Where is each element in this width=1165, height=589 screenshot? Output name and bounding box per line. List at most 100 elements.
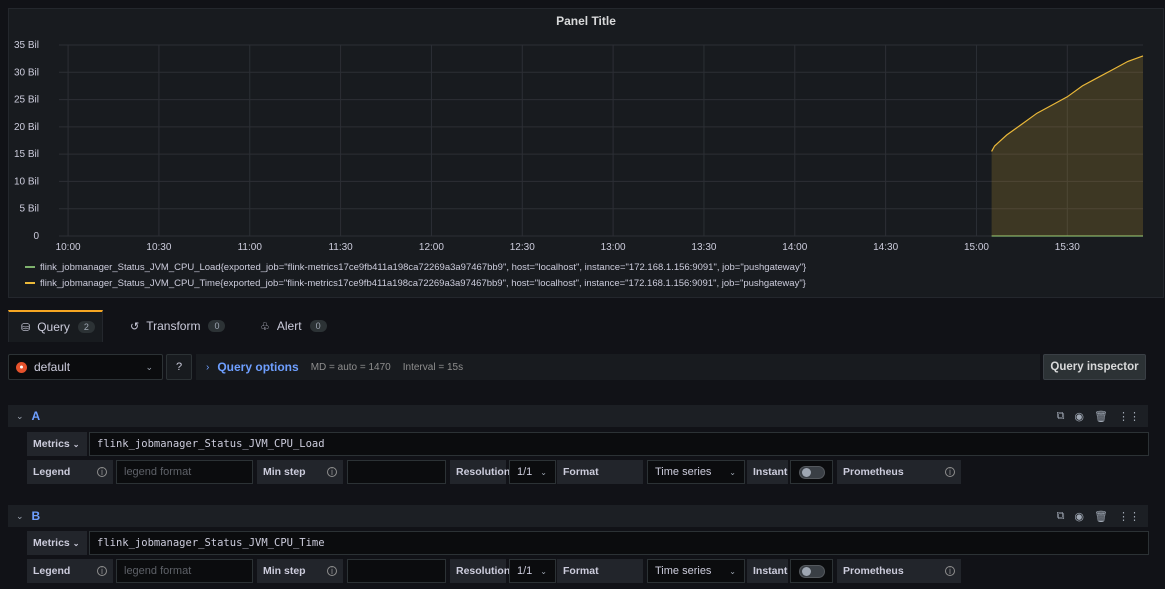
resolution-label: Resolution [450,460,510,484]
x-tick-label: 10:00 [56,242,81,253]
prometheus-label-text: Prometheus [843,466,904,478]
resolution-label: Resolution [450,559,510,583]
x-tick-label: 12:00 [419,242,444,253]
query-options-bar[interactable]: › Query options MD = auto = 1470 Interva… [196,354,1040,380]
info-icon[interactable]: i [327,566,337,576]
resolution-select[interactable]: 1/1 ⌄ [509,460,556,484]
min-step-input[interactable] [347,559,446,583]
legend-label: flink_jobmanager_Status_JVM_CPU_Load{exp… [40,262,807,273]
tab-label: Query [37,320,70,334]
x-tick-label: 14:30 [873,242,898,253]
legend-label: Legend i [27,559,113,583]
tab-transform[interactable]: ↺ Transform 0 [118,310,237,342]
min-step-label-text: Min step [263,466,306,478]
resolution-value: 1/1 [517,565,533,577]
query-ref-id: B [31,509,41,523]
promql-input[interactable]: flink_jobmanager_Status_JVM_CPU_Time [89,531,1149,555]
metrics-label: Metrics [33,438,70,450]
metrics-button[interactable]: Metrics ⌄ [27,531,87,555]
tab-count: 0 [309,320,327,332]
instant-toggle[interactable] [790,460,833,484]
tab-label: Alert [276,319,302,333]
drag-handle-icon[interactable]: ⋮⋮ [1118,410,1140,423]
tab-count: 2 [77,321,95,333]
y-tick-label: 5 Bil [20,204,39,215]
metrics-label: Metrics [33,537,70,549]
prometheus-logo-icon: ● [16,361,27,373]
legend-item-cpu-time[interactable]: flink_jobmanager_Status_JVM_CPU_Time{exp… [25,278,806,289]
y-tick-label: 25 Bil [14,95,39,106]
x-tick-label: 15:00 [964,242,989,253]
chevron-down-icon: ⌄ [540,566,547,576]
interval-value: Interval = 15s [402,361,464,373]
query-ref-id: A [31,409,41,423]
format-select[interactable]: Time series ⌄ [647,460,745,484]
query-actions: ⧉ ◉ 🗑 ⋮⋮ [1057,505,1140,527]
eye-icon[interactable]: ◉ [1074,510,1084,523]
tab-query[interactable]: ⛁ Query 2 [8,310,103,342]
prometheus-label: Prometheus i [837,559,961,583]
x-tick-label: 11:30 [328,242,353,253]
prometheus-label: Prometheus i [837,460,961,484]
tab-count: 0 [208,320,226,332]
eye-icon[interactable]: ◉ [1074,410,1084,423]
instant-label: Instant [747,559,788,583]
tab-label: Transform [146,319,201,333]
legend-item-cpu-load[interactable]: flink_jobmanager_Status_JVM_CPU_Load{exp… [25,262,806,273]
duplicate-icon[interactable]: ⧉ [1057,510,1065,523]
resolution-select[interactable]: 1/1 ⌄ [509,559,556,583]
drag-handle-icon[interactable]: ⋮⋮ [1118,510,1140,523]
instant-label: Instant [747,460,788,484]
y-tick-label: 10 Bil [14,176,39,187]
format-value: Time series [655,565,712,577]
chevron-down-icon: ⌄ [72,538,80,548]
legend-format-input[interactable]: legend format [116,559,253,583]
x-tick-label: 11:00 [238,242,263,253]
query-options-label: Query options [217,360,299,374]
trash-icon[interactable]: 🗑 [1094,410,1108,423]
instant-toggle[interactable] [790,559,833,583]
min-step-input[interactable] [347,460,446,484]
bell-icon: ♧ [260,320,270,333]
help-button[interactable]: ? [166,354,192,380]
toggle-track [798,465,825,479]
chevron-down-icon[interactable]: ⌄ [16,511,24,522]
query-header-b[interactable]: ⌄ B ⧉ ◉ 🗑 ⋮⋮ [8,505,1148,527]
query-b-metrics-row: Metrics ⌄ flink_jobmanager_Status_JVM_CP… [0,531,1165,555]
metrics-button[interactable]: Metrics ⌄ [27,432,87,456]
legend-label-text: Legend [33,466,71,478]
promql-input[interactable]: flink_jobmanager_Status_JVM_CPU_Load [89,432,1149,456]
info-icon[interactable]: i [945,566,955,576]
help-icon: ? [175,361,183,373]
query-actions: ⧉ ◉ 🗑 ⋮⋮ [1057,405,1140,427]
editor-tabs: ⛁ Query 2 ↺ Transform 0 ♧ Alert 0 [8,310,1164,342]
format-select[interactable]: Time series ⌄ [647,559,745,583]
format-value: Time series [655,466,712,478]
x-tick-label: 15:30 [1055,242,1080,253]
chevron-down-icon: ⌄ [729,566,736,576]
legend-swatch [25,266,35,269]
tab-alert[interactable]: ♧ Alert 0 [248,310,339,342]
duplicate-icon[interactable]: ⧉ [1057,410,1065,423]
datasource-name: default [34,360,71,374]
query-header-a[interactable]: ⌄ A ⧉ ◉ 🗑 ⋮⋮ [8,405,1148,427]
legend-swatch [25,282,35,285]
y-tick-label: 30 Bil [14,67,39,78]
info-icon[interactable]: i [97,566,107,576]
x-tick-label: 13:00 [601,242,626,253]
query-a-options-row: Legend i legend format Min step i Resoluti… [0,460,1165,484]
prometheus-label-text: Prometheus [843,565,904,577]
chevron-down-icon: ⌄ [540,467,547,477]
chevron-right-icon: › [206,361,210,373]
min-step-label: Min step i [257,460,343,484]
legend-format-input[interactable]: legend format [116,460,253,484]
datasource-picker[interactable]: ● default ⌄ [8,354,163,380]
info-icon[interactable]: i [327,467,337,477]
info-icon[interactable]: i [945,467,955,477]
query-inspector-button[interactable]: Query inspector [1043,354,1146,380]
info-icon[interactable]: i [97,467,107,477]
x-tick-label: 14:00 [782,242,807,253]
chevron-down-icon[interactable]: ⌄ [16,411,24,422]
trash-icon[interactable]: 🗑 [1094,510,1108,523]
chevron-down-icon: ⌄ [72,439,80,449]
